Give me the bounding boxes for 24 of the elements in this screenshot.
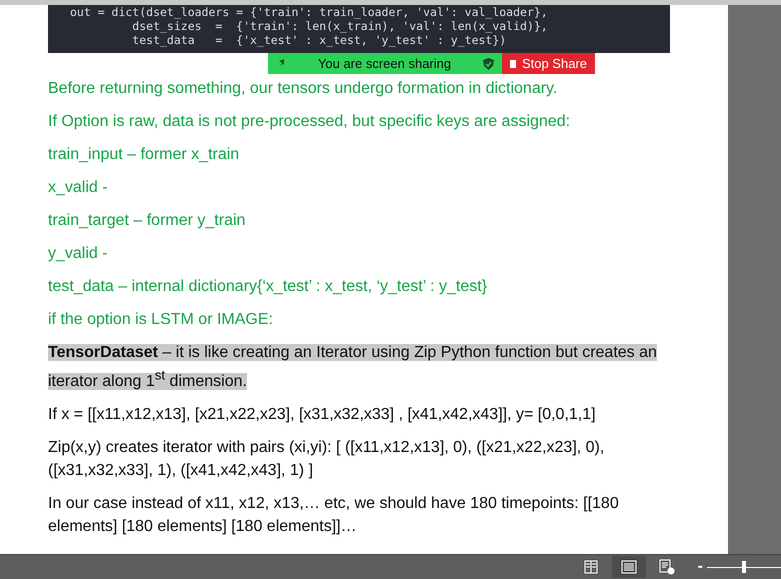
print-layout-button[interactable] — [612, 556, 646, 578]
stop-share-button[interactable]: Stop Share — [502, 53, 595, 74]
read-view-icon — [582, 559, 599, 575]
zoom-slider-thumb[interactable] — [742, 561, 746, 573]
paragraph: If x = [[x11,x12,x13], [x21,x22,x23], [x31,x32,x33] , [x41,x42,x43]], y= [0,0,1,1] — [48, 405, 597, 426]
paragraph: train_target – former y_train — [48, 211, 246, 231]
paragraph: If Option is raw, data is not pre-processed, but specific keys are assigned: — [48, 112, 572, 132]
paragraph: if the option is LSTM or IMAGE: — [48, 310, 274, 330]
code-line: test_data = {'x_test' : x_test, 'y_test' : y_test}) — [131, 33, 508, 47]
shield-icon — [483, 58, 494, 70]
web-view-icon — [658, 559, 675, 575]
zoom-out-button[interactable]: - — [698, 559, 703, 575]
paragraph: Zip(x,y) creates iterator with pairs (xi,yi): [ ([x11,x12,x13], 0), ([x21,x22,x23], 0), ([x31,x32,x33], 1), ([x41,x42,x43], 1) ] — [48, 438, 606, 482]
print-view-icon — [620, 559, 637, 575]
code-line: dset_sizes = {'train': len(x_train), 'val': len(x_valid)}, — [131, 19, 549, 33]
paragraph: train_input – former x_train — [48, 145, 240, 165]
sharing-message: You are screen sharing — [316, 56, 452, 71]
paragraph: In our case instead of x11, x12, x13,… etc, we should have 180 timepoints: [[180 elements] [180 elements] [180 elements]]… — [48, 494, 620, 538]
paragraph: TensorDataset – it is like creating an Iterator using Zip Python function but creates an iterator along 1$^{st}$ dimension. — [48, 343, 658, 392]
paragraph: x_valid - — [48, 178, 109, 198]
code-line: out = dict(dset_loaders = {'train': train_loader, 'val': val_loader}, — [70, 5, 549, 19]
paragraph: Before returning something, our tensors undergo formation in dictionary. — [48, 79, 558, 99]
paragraph: y_valid - — [48, 244, 109, 264]
paragraph: test_data – internal dictionary{‘x_test’ : x_test, ‘y_test’ : y_test} — [48, 277, 488, 297]
